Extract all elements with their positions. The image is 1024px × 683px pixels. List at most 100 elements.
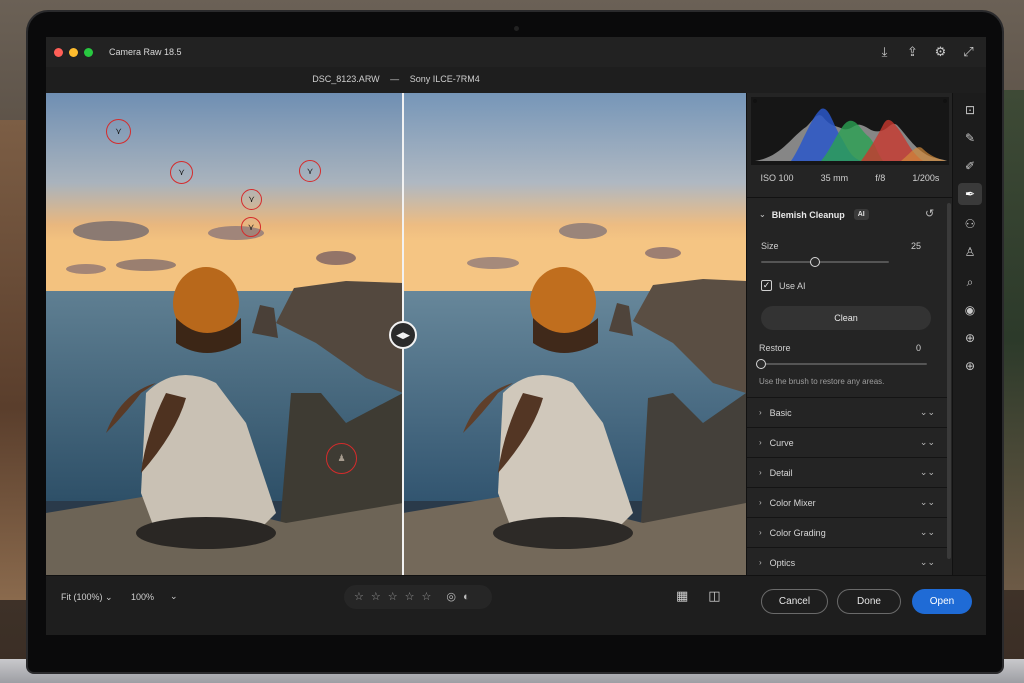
bird-icon: ⋎	[247, 221, 255, 232]
blemish-mark[interactable]: ⋎	[241, 217, 261, 237]
background-left	[0, 120, 30, 600]
reset-icon[interactable]: ↺	[925, 207, 934, 220]
panel-basic-label: Basic	[769, 407, 792, 418]
title-bar: Camera Raw 18.5 ⤓ ⇪ ⚙ ⤢	[46, 37, 986, 67]
chevron-down-icon: ⌄	[759, 210, 766, 219]
reject-icon[interactable]: ◐	[463, 591, 470, 603]
blemish-mark[interactable]: ⋎	[106, 119, 131, 144]
after-photo	[403, 93, 746, 575]
rating-star-icon[interactable]: ☆	[371, 591, 381, 603]
photo-canvas[interactable]: ⋎ ⋎ ⋎ ⋎ ⋎ ♟ ◀▶	[46, 93, 746, 575]
panel-curve[interactable]: › Curve ⌄⌄	[747, 427, 947, 457]
panel-basic[interactable]: › Basic ⌄⌄	[747, 397, 947, 427]
minimize-window-button[interactable]	[69, 47, 78, 57]
gear-icon[interactable]: ⚙	[933, 44, 948, 59]
panel-color-grading-label: Color Grading	[769, 527, 826, 538]
panel-scrollbar[interactable]	[947, 203, 951, 559]
ai-badge: AI	[853, 209, 869, 220]
size-slider-track[interactable]	[761, 261, 889, 263]
chevron-right-icon: ›	[759, 438, 762, 447]
before-after-icon[interactable]: ◫	[708, 588, 720, 604]
blemish-mark[interactable]: ⋎	[170, 161, 193, 184]
eyedropper-icon[interactable]: ✒	[958, 183, 982, 205]
fit-zoom-dropdown[interactable]: Fit (100%) ⌄	[61, 592, 113, 603]
download-icon[interactable]: ⤓	[877, 44, 892, 59]
double-chevron-icon: ⌄⌄	[919, 407, 935, 417]
bird-icon: ⋎	[248, 194, 255, 204]
zoom-level[interactable]: 100%	[131, 592, 154, 602]
panel-optics[interactable]: › Optics ⌄⌄	[747, 547, 947, 577]
size-value[interactable]: 25	[891, 241, 921, 251]
bird-icon: ⋎	[178, 167, 185, 177]
tool-strip: ⊡ ✎ ✐ ✒ ⚇ ♙ ⌕ ◉ ⊕ ⊕	[952, 93, 986, 575]
crop-icon[interactable]: ⊡	[958, 99, 982, 121]
rating-bar: ☆ ☆ ☆ ☆ ☆ ◎ ◐	[344, 585, 492, 609]
flag-icon[interactable]: ◎	[446, 591, 456, 603]
size-label: Size	[761, 241, 779, 251]
blemish-mark[interactable]: ♟	[326, 443, 357, 474]
restore-value[interactable]: 0	[891, 343, 921, 353]
aperture-value: f/8	[875, 173, 886, 183]
panel-color-mixer[interactable]: › Color Mixer ⌄⌄	[747, 487, 947, 517]
done-button[interactable]: Done	[837, 589, 901, 614]
webcam	[514, 26, 519, 31]
compare-icon[interactable]: ▦	[676, 588, 688, 604]
heal-icon[interactable]: ✎	[958, 127, 982, 149]
edit-panel: ISO 100 35 mm f/8 1/200s ⌄ Blemish Clean…	[746, 93, 953, 577]
rating-star-icon[interactable]: ☆	[405, 591, 415, 603]
presets-icon[interactable]: ⊕	[958, 355, 982, 377]
redeye-icon[interactable]: ◉	[958, 299, 982, 321]
file-separator: —	[390, 74, 400, 84]
restore-slider-thumb[interactable]	[756, 359, 766, 369]
chevron-down-icon[interactable]: ⌄	[170, 591, 178, 602]
bottom-bar: Fit (100%) ⌄ 100% ⌄ ☆ ☆ ☆ ☆ ☆ ◎ ◐ ▦ ◫ Ca…	[46, 575, 986, 635]
chevron-right-icon: ›	[759, 408, 762, 417]
file-info-bar: DSC_8123.ARW — Sony ILCE-7RM4	[46, 67, 986, 93]
view-toggles: ▦ ◫	[676, 588, 721, 604]
camera-info: ISO 100 35 mm f/8 1/200s	[747, 173, 953, 193]
blemish-mark[interactable]: ⋎	[299, 160, 321, 182]
restore-label: Restore	[759, 343, 791, 353]
divider	[747, 197, 953, 198]
snapshot-icon[interactable]: ⊕	[958, 327, 982, 349]
rating-star-icon[interactable]: ☆	[388, 591, 398, 603]
fit-zoom-label: Fit (100%)	[61, 592, 103, 602]
blemish-cleanup-title: Blemish Cleanup	[771, 209, 845, 220]
close-window-button[interactable]	[54, 47, 63, 57]
chevron-right-icon: ›	[759, 528, 762, 537]
restore-slider-track[interactable]	[761, 363, 927, 365]
share-icon[interactable]: ⇪	[905, 44, 920, 59]
blemish-cleanup-header[interactable]: ⌄ Blemish Cleanup AI	[759, 209, 869, 220]
split-handle[interactable]: ◀▶	[389, 321, 417, 349]
expand-icon[interactable]: ⤢	[961, 44, 976, 59]
panel-optics-label: Optics	[769, 557, 796, 568]
focal-length-value: 35 mm	[820, 173, 849, 183]
app-title: Camera Raw 18.5	[109, 47, 182, 57]
highlight-clip-indicator[interactable]	[943, 99, 947, 103]
clean-button[interactable]: Clean	[761, 306, 931, 330]
window-controls	[54, 47, 93, 57]
rating-star-icon[interactable]: ☆	[354, 591, 364, 603]
person-icon: ♟	[337, 453, 346, 463]
restore-hint: Use the brush to restore any areas.	[759, 377, 885, 386]
split-arrows-icon: ◀▶	[396, 329, 410, 340]
chevron-right-icon: ›	[759, 558, 762, 567]
zoom-icon[interactable]: ⌕	[958, 271, 982, 293]
blemish-mark[interactable]: ⋎	[241, 189, 262, 210]
open-button[interactable]: Open	[912, 589, 972, 614]
panel-color-grading[interactable]: › Color Grading ⌄⌄	[747, 517, 947, 547]
brush-icon[interactable]: ✐	[958, 155, 982, 177]
size-slider-thumb[interactable]	[809, 257, 820, 267]
panel-curve-label: Curve	[769, 437, 794, 448]
screen: Camera Raw 18.5 ⤓ ⇪ ⚙ ⤢ DSC_8123.ARW — S…	[46, 37, 986, 635]
zoom-window-button[interactable]	[84, 47, 93, 57]
people-icon[interactable]: ♙	[958, 241, 982, 263]
double-chevron-icon: ⌄⌄	[919, 557, 935, 567]
shadow-clip-indicator[interactable]	[753, 99, 757, 103]
rating-star-icon[interactable]: ☆	[422, 591, 432, 603]
panel-detail[interactable]: › Detail ⌄⌄	[747, 457, 947, 487]
use-ai-checkbox[interactable]: ✓	[761, 280, 772, 291]
cancel-button[interactable]: Cancel	[761, 589, 828, 614]
mask-icon[interactable]: ⚇	[958, 213, 982, 235]
double-chevron-icon: ⌄⌄	[919, 437, 935, 447]
